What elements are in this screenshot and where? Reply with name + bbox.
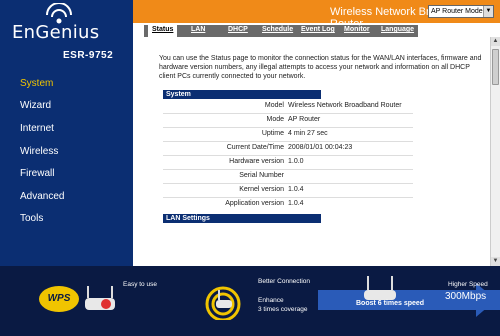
row-divider	[163, 183, 413, 184]
row-value: 1.0.4	[288, 186, 304, 193]
tab-monitor[interactable]: Monitor	[344, 26, 370, 33]
logo: EnGenius ESR-9752	[0, 0, 133, 66]
row-value: AP Router	[288, 116, 321, 123]
scroll-up-icon[interactable]: ▲	[491, 37, 500, 46]
tab-lan[interactable]: LAN	[191, 26, 205, 33]
router-image	[85, 286, 115, 310]
nav-item-tools[interactable]: Tools	[20, 213, 43, 224]
tab-schedule[interactable]: Schedule	[262, 26, 293, 33]
nav-item-wizard[interactable]: Wizard	[20, 100, 51, 111]
promo-banner: WPS Easy to use Better Connection Enhanc…	[0, 266, 500, 336]
section-lan-header: LAN Settings	[163, 214, 321, 223]
better-connection-text: Better Connection	[258, 278, 311, 285]
intro-text: You can use the Status page to monitor t…	[159, 55, 482, 80]
section-system-header: System	[163, 90, 321, 99]
main-content: You can use the Status page to monitor t…	[133, 37, 490, 266]
row-divider	[163, 127, 413, 128]
easy-text: Easy to use	[123, 281, 157, 288]
row-value: 4 min 27 sec	[288, 130, 328, 137]
tab-dhcp[interactable]: DHCP	[228, 26, 248, 33]
nav-item-system[interactable]: System	[20, 78, 53, 89]
row-value: 1.0.0	[288, 158, 304, 165]
row-label: Uptime	[261, 130, 284, 137]
row-divider	[163, 113, 413, 114]
chevron-down-icon[interactable]: ▼	[483, 6, 493, 17]
row-divider	[163, 197, 413, 198]
brand-name: EnGenius	[12, 22, 100, 43]
enhance-text: Enhance	[258, 297, 284, 304]
row-label: Model	[264, 102, 284, 109]
scroll-thumb[interactable]	[492, 49, 499, 85]
tab-language[interactable]: Language	[381, 26, 414, 33]
mode-select-value: AP Router Mode	[431, 8, 483, 15]
row-divider	[163, 141, 413, 142]
row-divider	[163, 155, 413, 156]
model-number: ESR-9752	[63, 50, 114, 61]
nav-item-advanced[interactable]: Advanced	[20, 191, 64, 202]
mode-select[interactable]: AP Router Mode ▼	[428, 5, 494, 18]
coverage-text: 3 times coverage	[258, 306, 308, 313]
row-value: Wireless Network Broadband Router	[288, 102, 402, 109]
row-divider	[163, 169, 413, 170]
left-sidebar: EnGenius ESR-9752 System Wizard Internet…	[0, 0, 133, 266]
row-label: Mode	[266, 116, 284, 123]
router-signal-image	[205, 286, 241, 320]
scroll-down-icon[interactable]: ▼	[491, 257, 500, 266]
speed-value: 300Mbps	[445, 291, 487, 302]
row-value: 2008/01/01 00:04:23	[288, 144, 353, 151]
nav-item-firewall[interactable]: Firewall	[20, 168, 54, 179]
row-label: Serial Number	[239, 172, 284, 179]
wps-logo: WPS	[39, 286, 79, 312]
tab-bar: Status LAN DHCP Schedule Event Log Monit…	[144, 25, 418, 37]
row-label: Application version	[225, 200, 284, 207]
vertical-scrollbar[interactable]: ▲ ▼	[490, 37, 500, 266]
row-label: Hardware version	[229, 158, 284, 165]
row-label: Kernel version	[239, 186, 284, 193]
higher-speed-text: Higher Speed	[448, 281, 488, 288]
boost-text: Boost 6 times speed	[356, 300, 425, 307]
row-label: Current Date/Time	[226, 144, 284, 151]
row-value: 1.0.4	[288, 200, 304, 207]
nav-item-wireless[interactable]: Wireless	[20, 146, 58, 157]
nav-item-internet[interactable]: Internet	[20, 123, 54, 134]
tab-event-log[interactable]: Event Log	[301, 26, 335, 33]
tab-status[interactable]: Status	[148, 25, 178, 37]
